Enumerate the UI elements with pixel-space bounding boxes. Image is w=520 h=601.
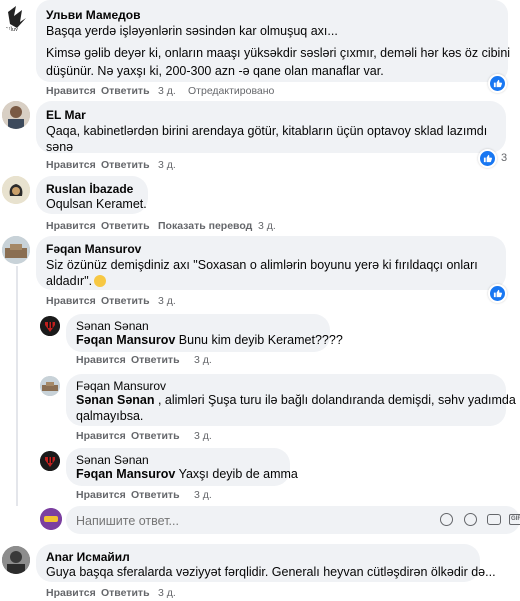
comment-actions: Нравится Ответить Показать перевод 3 д.: [46, 220, 306, 234]
reply-button[interactable]: Ответить: [101, 85, 150, 97]
avatar[interactable]: [40, 376, 60, 396]
comment-author[interactable]: EL Mar: [46, 108, 86, 122]
reply-button[interactable]: Ответить: [101, 295, 150, 307]
reply-text: Fəqan Mansurov Yaxşı deyib de amma: [76, 465, 298, 483]
reply-body: Bunu kim deyib Keramet????: [175, 333, 343, 347]
comment-text: sənə: [46, 140, 74, 154]
mention-link[interactable]: Sənan Sənan: [76, 393, 155, 407]
thread-line: [16, 266, 18, 506]
like-button[interactable]: Нравится: [46, 587, 96, 599]
comment-author[interactable]: Ruslan İbazade: [46, 182, 133, 196]
reply-button[interactable]: Ответить: [131, 354, 180, 366]
current-user-avatar[interactable]: [40, 508, 62, 530]
timestamp[interactable]: 3 д.: [158, 159, 176, 171]
reply-text: qalmayıbsa.: [76, 409, 144, 423]
reply-button[interactable]: Ответить: [131, 489, 180, 501]
reply-text: Fəqan Mansurov Bunu kim deyib Keramet???…: [76, 331, 343, 349]
like-button[interactable]: Нравится: [46, 85, 96, 97]
comment-author[interactable]: Ульви Мамедов: [46, 8, 141, 22]
avatar[interactable]: [2, 176, 30, 204]
comment-actions: Нравится Ответить 3 д.: [46, 295, 246, 309]
avatar[interactable]: [40, 451, 60, 471]
show-translation-button[interactable]: Показать перевод: [158, 220, 252, 232]
comment-text: Guya başqa sferalarda vəziyyət fərqlidir…: [46, 565, 496, 579]
reply-actions: Нравится Ответить 3 д.: [76, 430, 276, 444]
reply-button[interactable]: Ответить: [101, 587, 150, 599]
timestamp[interactable]: 3 д.: [158, 587, 176, 599]
timestamp[interactable]: 3 д.: [258, 220, 276, 232]
like-icon: [488, 283, 507, 303]
camera-icon[interactable]: [487, 514, 501, 525]
comment-text: Oqulsan Keramet.: [46, 197, 147, 211]
comment-text: Kimsə gəlib deyər ki, onların maaşı yüks…: [46, 46, 511, 60]
timestamp[interactable]: 3 д.: [194, 489, 212, 501]
mention-link[interactable]: Fəqan Mansurov: [76, 467, 175, 481]
reply-actions: Нравится Ответить 3 д.: [76, 354, 276, 368]
like-icon: [478, 148, 497, 168]
like-icon: [488, 73, 507, 93]
avatar[interactable]: [40, 316, 60, 336]
comment-actions: Нравится Ответить 3 д. Отредактировано: [46, 85, 306, 99]
mention-link[interactable]: Fəqan Mansurov: [76, 333, 175, 347]
comment-actions: Нравится Ответить 3 д.: [46, 587, 246, 601]
edited-label: Отредактировано: [188, 85, 275, 97]
timestamp[interactable]: 3 д.: [158, 85, 176, 97]
comment-text-end: aldadır".: [46, 274, 93, 288]
reply-body: Yaxşı deyib de amma: [175, 467, 298, 481]
comment-text: düşünür. Nə yaxşı ki, 200-300 azn -ə qan…: [46, 64, 384, 78]
comment-author[interactable]: Anar Исмайил: [46, 550, 130, 564]
comment-actions: Нравится Ответить 3 д.: [46, 159, 246, 173]
like-button[interactable]: Нравится: [46, 220, 96, 232]
reply-input[interactable]: [74, 510, 418, 532]
like-button[interactable]: Нравится: [76, 489, 126, 501]
reaction-count: 3: [501, 152, 508, 164]
timestamp[interactable]: 3 д.: [158, 295, 176, 307]
like-button[interactable]: Нравится: [46, 159, 96, 171]
sticker-icon[interactable]: [440, 513, 453, 526]
timestamp[interactable]: 3 д.: [194, 354, 212, 366]
svg-text:Uluv: Uluv: [6, 27, 18, 32]
comment-text: Siz özünüz demişdiniz axı "Soxasan o ali…: [46, 258, 478, 272]
reply-body: , alimləri Şuşa turu ilə bağlı dolandıra…: [154, 393, 516, 407]
gif-icon[interactable]: GIF: [509, 514, 520, 525]
emoji-icon[interactable]: [464, 513, 477, 526]
comment-text: Qaqa, kabinetlərdən birini arendaya götü…: [46, 124, 488, 138]
like-button[interactable]: Нравится: [76, 354, 126, 366]
timestamp[interactable]: 3 д.: [194, 430, 212, 442]
like-button[interactable]: Нравится: [76, 430, 126, 442]
avatar[interactable]: [2, 546, 30, 574]
reply-actions: Нравится Ответить 3 д.: [76, 489, 276, 503]
reply-button[interactable]: Ответить: [101, 159, 150, 171]
like-button[interactable]: Нравится: [46, 295, 96, 307]
reaction-badge[interactable]: [488, 283, 507, 303]
avatar[interactable]: [2, 101, 30, 129]
avatar[interactable]: Uluv: [2, 2, 32, 32]
avatar[interactable]: [2, 236, 30, 264]
reply-button[interactable]: Ответить: [101, 220, 150, 232]
comment-author[interactable]: Fəqan Mansurov: [46, 242, 141, 256]
smile-emoji-icon: [94, 275, 107, 287]
reaction-badge[interactable]: 3: [478, 148, 508, 168]
reply-input-box[interactable]: GIF: [66, 506, 520, 534]
reaction-badge[interactable]: [488, 73, 507, 93]
comment-text: aldadır".: [46, 272, 107, 290]
comment-text: Başqa yerdə işləyənlərin səsindən kar ol…: [46, 24, 338, 38]
reply-button[interactable]: Ответить: [131, 430, 180, 442]
